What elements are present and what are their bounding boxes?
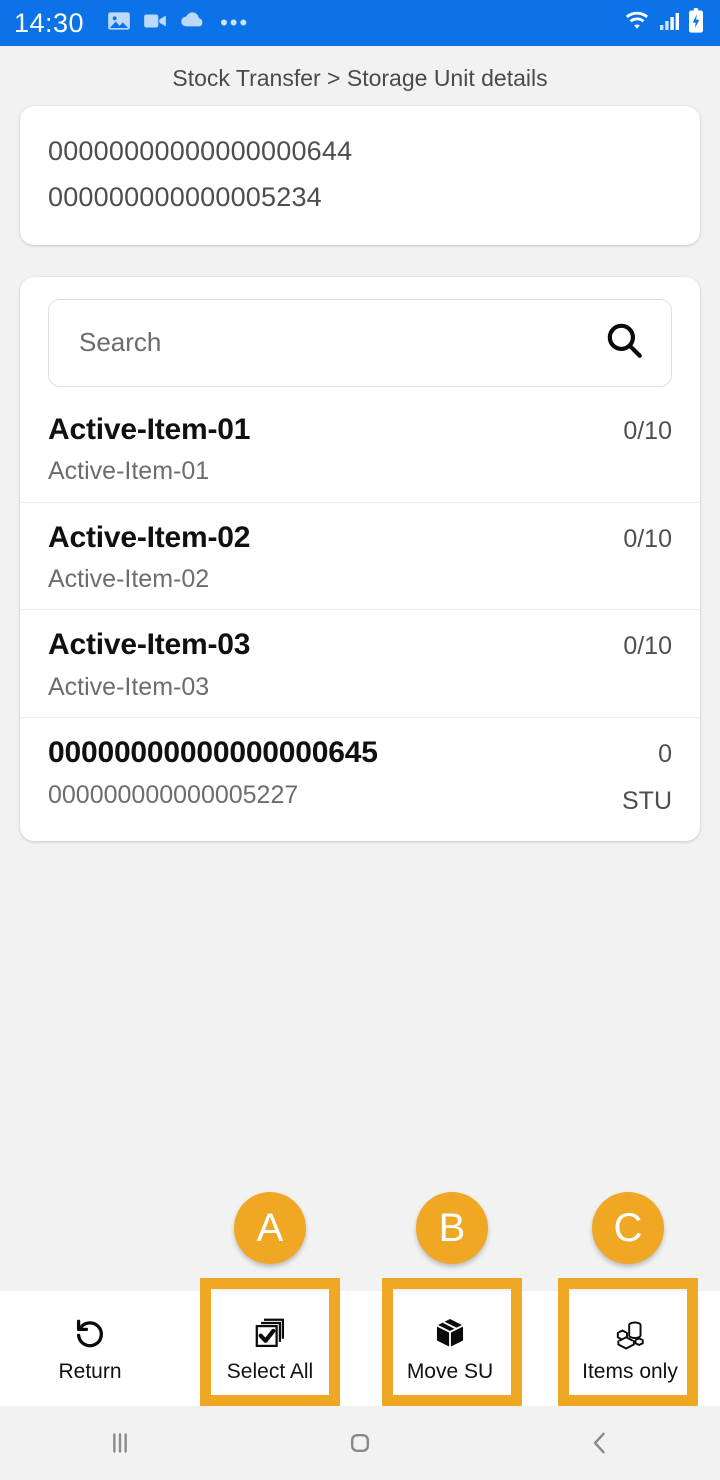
list-item-quantity-group: 0/10 <box>611 411 672 448</box>
cloud-icon <box>178 8 206 39</box>
toolbar-label-select-all: Select All <box>226 1359 314 1383</box>
list-item-quantity: 0/10 <box>623 524 672 553</box>
undo-rotate-icon <box>72 1314 108 1352</box>
toolbar-button-return[interactable]: Return <box>0 1291 180 1406</box>
toolbar-label-move-su: Move SU <box>406 1359 494 1383</box>
home-icon[interactable] <box>240 1406 480 1480</box>
list-item-quantity: 0/10 <box>623 632 672 661</box>
list-item-title: 00000000000000000645 <box>48 736 378 770</box>
wifi-icon <box>622 8 652 39</box>
list-item[interactable]: Active-Item-01 Active-Item-01 0/10 <box>20 395 700 503</box>
list-item[interactable]: 00000000000000000645 000000000000005227 0 S… <box>20 718 700 831</box>
back-icon[interactable] <box>480 1406 720 1480</box>
list-item-text: Active-Item-03 Active-Item-03 <box>48 626 250 703</box>
status-bar-left: 14:30 ••• <box>14 8 622 39</box>
list-item-text: Active-Item-01 Active-Item-01 <box>48 411 250 488</box>
android-nav-bar <box>0 1406 720 1480</box>
recents-icon[interactable] <box>0 1406 240 1480</box>
list-item-text: Active-Item-02 Active-Item-02 <box>48 519 250 596</box>
status-bar-right <box>622 7 706 40</box>
loose-items-icon <box>612 1314 648 1352</box>
list-item-quantity: 0 <box>658 740 672 769</box>
list-item-title: Active-Item-01 <box>48 412 251 446</box>
more-dots-icon: ••• <box>220 10 250 35</box>
toolbar-label-return: Return <box>58 1359 122 1383</box>
search-icon[interactable] <box>603 319 645 366</box>
list-item-quantity-group: 0 STU <box>610 734 672 817</box>
storage-unit-id-secondary: 000000000000005234 <box>48 182 322 213</box>
bottom-toolbar: Return Select All Move SU Items only <box>0 1291 720 1406</box>
list-item-subtitle: Active-Item-03 <box>48 672 210 701</box>
storage-unit-card: 00000000000000000644 000000000000005234 <box>20 106 700 245</box>
search-input[interactable] <box>77 326 603 360</box>
list-item-title: Active-Item-02 <box>48 520 251 554</box>
list-item-subtitle: 000000000000005227 <box>48 780 299 809</box>
select-all-checkbox-stack-icon <box>252 1314 288 1352</box>
annotation-marker-a: A <box>234 1192 306 1264</box>
image-icon <box>106 8 132 39</box>
toolbar-label-items-only: Items only <box>582 1359 678 1383</box>
list-item-quantity-group: 0/10 <box>611 519 672 556</box>
search-bar[interactable] <box>48 298 672 387</box>
battery-charging-icon <box>686 7 706 40</box>
breadcrumb: Stock Transfer > Storage Unit details <box>172 65 548 91</box>
list-item-quantity: 0/10 <box>623 416 672 445</box>
cellular-signal-icon <box>657 8 681 39</box>
annotation-marker-b: B <box>416 1192 488 1264</box>
list-item-title: Active-Item-03 <box>48 628 251 662</box>
status-bar-clock: 14:30 <box>14 7 85 38</box>
status-bar: 14:30 ••• <box>0 0 720 46</box>
annotation-marker-c: C <box>592 1192 664 1264</box>
list-item-subtitle: Active-Item-02 <box>48 565 210 594</box>
items-list-card: Active-Item-01Active-Item-010/10Active-I… <box>20 276 700 842</box>
package-box-icon <box>433 1314 467 1352</box>
toolbar-button-move-su[interactable]: Move SU <box>360 1291 540 1406</box>
list-item-quantity-group: 0/10 <box>611 626 672 663</box>
list-item-text: 00000000000000000645 000000000000005227 <box>48 734 378 811</box>
storage-unit-id-primary: 00000000000000000644 <box>48 136 353 166</box>
list-item-subtitle: Active-Item-01 <box>48 457 210 486</box>
items-list: Active-Item-01 Active-Item-01 0/10 Active-I… <box>20 395 700 831</box>
list-item[interactable]: Active-Item-02 Active-Item-02 0/10 <box>20 503 700 611</box>
list-item-unit: STU <box>622 786 672 815</box>
toolbar-button-select-all[interactable]: Select All <box>180 1291 360 1406</box>
toolbar-button-items-only[interactable]: Items only <box>540 1291 720 1406</box>
list-item[interactable]: Active-Item-03 Active-Item-03 0/10 <box>20 610 700 719</box>
video-camera-icon <box>142 8 168 39</box>
